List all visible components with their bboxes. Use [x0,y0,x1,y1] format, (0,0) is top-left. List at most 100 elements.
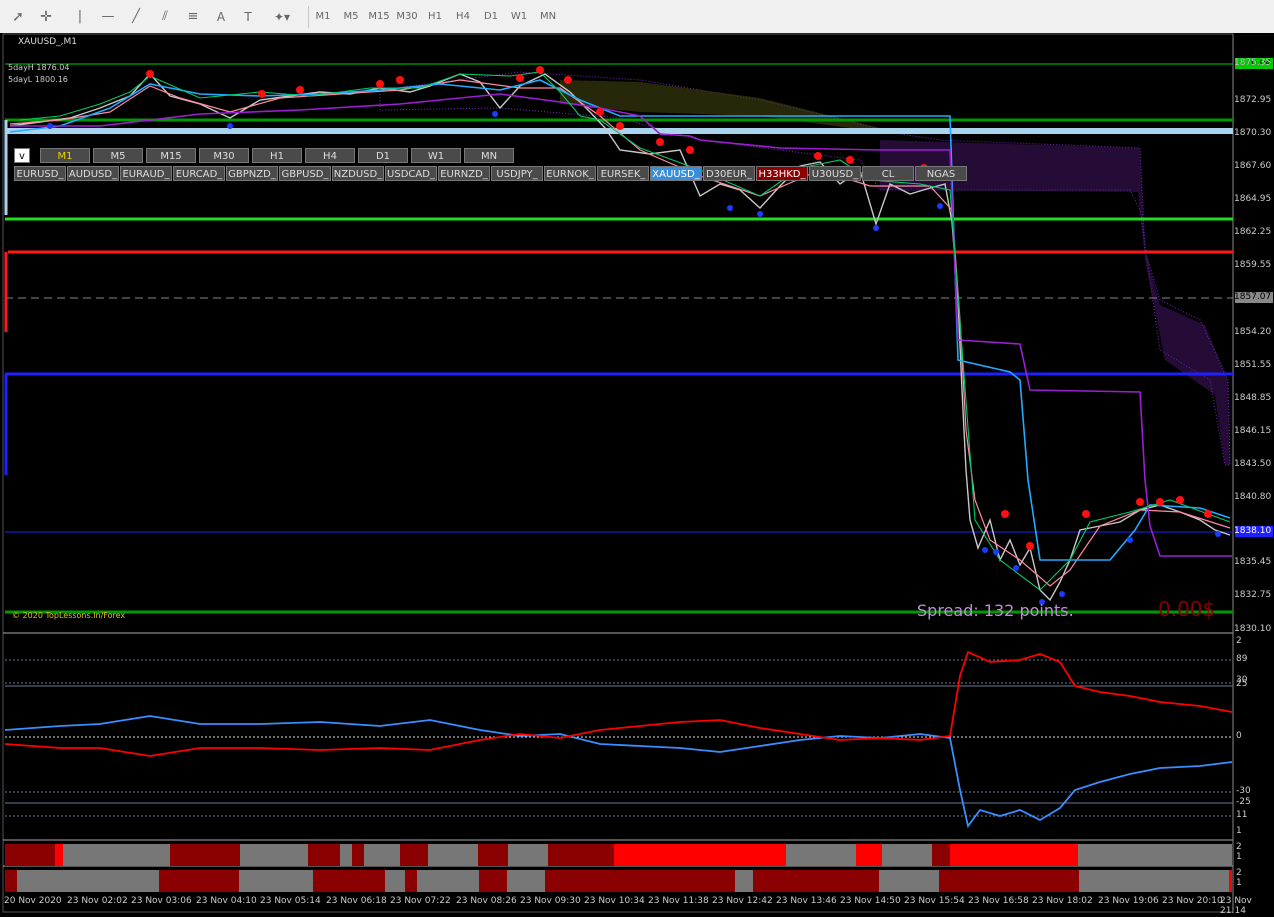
histogram-2 [5,870,1232,892]
price-axis-label: 1870.30 [1234,128,1272,138]
fibonacci-icon[interactable]: ≡ [184,6,202,28]
tf-mn[interactable]: MN [536,6,560,28]
tf-button-m1[interactable]: M1 [40,148,90,163]
crosshair-icon[interactable]: ✛ [38,6,54,28]
tf-button-m15[interactable]: M15 [146,148,196,163]
price-axis-label: 1867.60 [1234,161,1272,171]
symbol-button-gbpnzd[interactable]: GBPNZD_ [226,166,278,181]
time-axis-label: 23 Nov 21:14 [1220,896,1252,916]
price-axis-label: 1862.25 [1234,227,1272,237]
tf-button-w1[interactable]: W1 [411,148,461,163]
oscillator-axis-label: 1 [1236,826,1242,836]
price-axis-label: 1830.10 [1234,624,1272,634]
chart-window[interactable]: XAUUSD_,M1 5dayH 1876.04 5dayL 1800.16 ©… [0,33,1274,917]
time-axis-label: 23 Nov 18:02 [1032,896,1093,906]
histogram-1 [5,844,1232,866]
symbol-button-ngas[interactable]: NGAS [915,166,967,181]
horizontal-line-icon[interactable]: — [100,6,116,28]
symbol-button-nzdusd[interactable]: NZDUSD_ [332,166,384,181]
price-axis-label: 1848.85 [1234,393,1272,403]
tf-button-h1[interactable]: H1 [252,148,302,163]
tf-h4[interactable]: H4 [452,6,474,28]
oscillator-axis-label: -30 [1236,786,1251,796]
symbol-button-cl[interactable]: CL [862,166,914,181]
spread-label: Spread: 132 points. [917,601,1074,620]
price-axis-label: 1846.15 [1234,426,1272,436]
trendline-icon[interactable]: ╱ [128,6,144,28]
tf-button-mn[interactable]: MN [464,148,514,163]
price-axis-label: 1875.35 [1234,58,1272,68]
time-axis-label: 23 Nov 15:54 [904,896,965,906]
channel-icon[interactable]: ⫽ [156,6,174,28]
time-axis-label: 23 Nov 06:18 [326,896,387,906]
time-axis-label: 23 Nov 02:02 [67,896,128,906]
price-axis-label: 1859.55 [1234,260,1272,270]
tf-h1[interactable]: H1 [424,6,446,28]
histogram-2-axis-label: 2 [1236,868,1242,878]
arrows-dropdown-icon[interactable]: ✦▾ [268,6,296,28]
symbol-button-xauusd[interactable]: XAUUSD_ [650,166,702,181]
time-axis-label: 23 Nov 11:38 [648,896,709,906]
tf-d1[interactable]: D1 [480,6,502,28]
oscillator-axis-label: 89 [1236,654,1248,664]
symbol-button-audusd[interactable]: AUDUSD_ [67,166,119,181]
price-axis-label: 1843.50 [1234,459,1272,469]
price-axis-label: 1851.55 [1234,360,1272,370]
chart-title: XAUUSD_,M1 [18,37,77,47]
tf-w1[interactable]: W1 [508,6,530,28]
symbol-button-eursek[interactable]: EURSEK_ [597,166,649,181]
price-axis-label: 1835.45 [1234,557,1272,567]
time-axis-label: 23 Nov 19:06 [1098,896,1159,906]
symbol-button-eurnzd[interactable]: EURNZD_ [438,166,490,181]
price-marker-dashed: 1857.07 [1234,292,1272,302]
tf-m5[interactable]: M5 [340,6,362,28]
tf-button-m30[interactable]: M30 [199,148,249,163]
time-axis-label: 23 Nov 16:58 [968,896,1029,906]
time-axis-label: 23 Nov 10:34 [584,896,645,906]
oscillator-pane [4,650,1233,829]
oscillator-axis-label: 0 [1236,731,1242,741]
symbol-button-eurnok[interactable]: EURNOK_ [544,166,596,181]
time-axis-label: 23 Nov 07:22 [390,896,451,906]
time-axis-label: 23 Nov 12:42 [712,896,773,906]
toolbar-separator [308,6,309,28]
time-axis-label: 23 Nov 03:06 [131,896,192,906]
oscillator-axis-label: 2 [1236,636,1242,646]
text-icon[interactable]: A [214,6,228,28]
symbol-button-eurcad[interactable]: EURCAD_ [173,166,225,181]
day-high-label: 5dayH 1876.04 [8,63,70,72]
price-axis-label: 1872.95 [1234,95,1272,105]
oscillator-axis-label: 11 [1236,810,1248,820]
tf-button-d1[interactable]: D1 [358,148,408,163]
symbol-button-usdcad[interactable]: USDCAD_ [385,166,437,181]
oscillator-axis-label: 25 [1236,679,1248,689]
symbol-button-eurusd[interactable]: EURUSD_ [14,166,66,181]
vertical-line-icon[interactable]: | [72,6,88,28]
histogram-1-axis-label: 1 [1236,852,1242,862]
symbol-button-usdjpy[interactable]: USDJPY_ [491,166,543,181]
profit-label: 0.00$ [1158,597,1216,621]
tf-m30[interactable]: M30 [394,6,420,28]
symbol-button-euraud[interactable]: EURAUD_ [120,166,172,181]
symbol-button-u30usd[interactable]: U30USD_ [809,166,861,181]
time-axis-label: 23 Nov 14:50 [840,896,901,906]
price-axis-label: 1840.80 [1234,492,1272,502]
cursor-icon[interactable]: ➚ [10,6,26,28]
histogram-1-axis-label: 2 [1236,842,1242,852]
oscillator-axis-label: -25 [1236,797,1251,807]
tf-button-m5[interactable]: M5 [93,148,143,163]
panel-toggle-button[interactable]: v [14,148,30,163]
time-axis-label: 23 Nov 04:10 [196,896,257,906]
symbol-button-d30eur[interactable]: D30EUR_ [703,166,755,181]
tf-m15[interactable]: M15 [366,6,392,28]
symbol-button-h33hkd[interactable]: H33HKD_ [756,166,808,181]
price-axis-label: 1854.20 [1234,327,1272,337]
tf-button-h4[interactable]: H4 [305,148,355,163]
text-label-icon[interactable]: T [240,6,256,28]
tf-m1[interactable]: M1 [312,6,334,28]
time-axis-label: 23 Nov 05:14 [260,896,321,906]
chart-toolbar: ➚ ✛ | — ╱ ⫽ ≡ A T ✦▾ M1 M5 M15 M30 H1 H4… [0,0,1274,34]
time-axis-label: 23 Nov 09:30 [520,896,581,906]
symbol-button-gbpusd[interactable]: GBPUSD_ [279,166,331,181]
time-axis-label: 23 Nov 20:10 [1162,896,1223,906]
